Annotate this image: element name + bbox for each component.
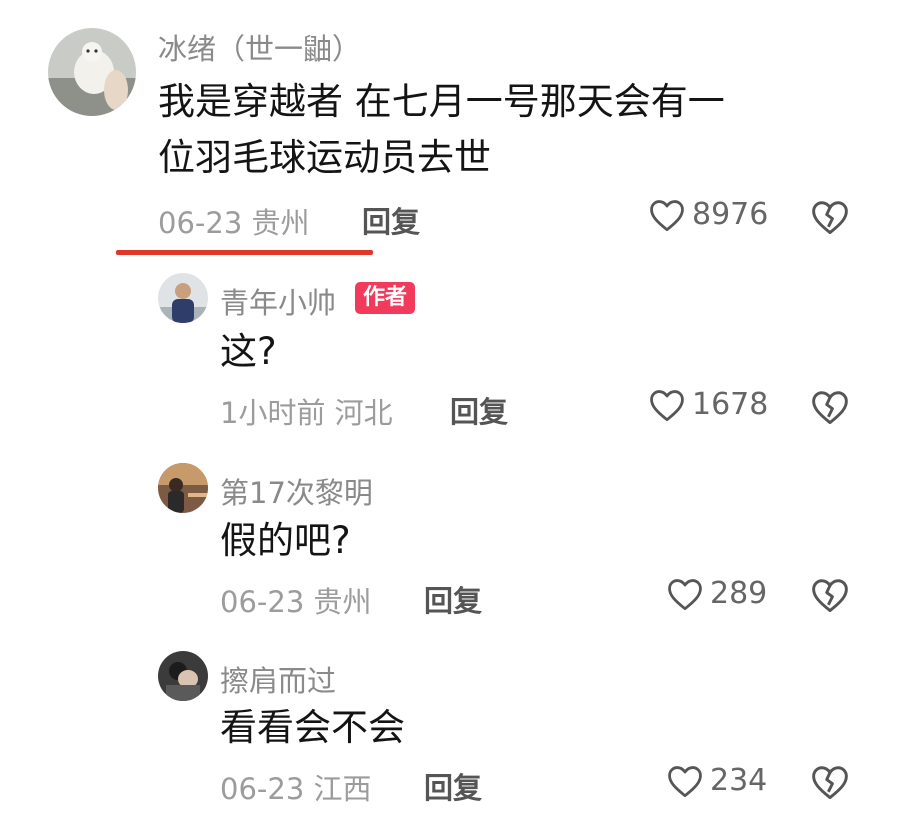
reply-date-location: 1小时前 河北 (220, 396, 393, 430)
avatar-image (158, 273, 208, 323)
avatar[interactable] (158, 463, 208, 513)
like-count: 234 (710, 763, 768, 798)
reply-button[interactable]: 回复 (362, 199, 420, 241)
reply-text: 看看会不会 (220, 706, 405, 749)
heart-outline-icon (666, 577, 704, 611)
reply-text: 假的吧? (220, 519, 351, 562)
comment-text-line-1: 我是穿越者 在七月一号那天会有一 (158, 80, 725, 123)
reply-button[interactable]: 回复 (450, 389, 508, 431)
reply-date-location: 06-23 江西 (220, 772, 372, 806)
comment-text-line-2: 位羽毛球运动员去世 (158, 136, 491, 179)
avatar[interactable] (48, 28, 136, 116)
like-count: 289 (710, 576, 768, 611)
broken-heart-icon[interactable] (810, 577, 850, 617)
like-count: 8976 (692, 197, 769, 232)
comment-date-location: 06-23 贵州 (158, 206, 310, 240)
avatar-image (48, 28, 136, 116)
author-badge: 作者 (355, 282, 415, 314)
reply-username[interactable]: 擦肩而过 (220, 658, 336, 700)
reply-button[interactable]: 回复 (424, 578, 482, 620)
broken-heart-icon[interactable] (810, 199, 850, 239)
reply-username[interactable]: 青年小帅 (220, 280, 336, 322)
broken-heart-icon[interactable] (810, 764, 850, 804)
like-button[interactable]: 8976 (648, 197, 768, 232)
reply-username[interactable]: 第17次黎明 (220, 470, 373, 512)
like-button[interactable]: 289 (666, 576, 767, 611)
avatar-image (158, 463, 208, 513)
avatar-image (158, 651, 208, 701)
reply-date-location: 06-23 贵州 (220, 585, 372, 619)
reply-text: 这? (220, 330, 277, 373)
avatar[interactable] (158, 273, 208, 323)
like-count: 1678 (692, 387, 769, 422)
highlight-underline (116, 250, 373, 255)
heart-outline-icon (648, 388, 686, 422)
heart-outline-icon (648, 198, 686, 232)
avatar[interactable] (158, 651, 208, 701)
heart-outline-icon (666, 764, 704, 798)
broken-heart-icon[interactable] (810, 389, 850, 429)
reply-button[interactable]: 回复 (424, 765, 482, 807)
like-button[interactable]: 234 (666, 763, 767, 798)
comment-username[interactable]: 冰绪（世一鼬） (158, 26, 361, 68)
like-button[interactable]: 1678 (648, 387, 768, 422)
